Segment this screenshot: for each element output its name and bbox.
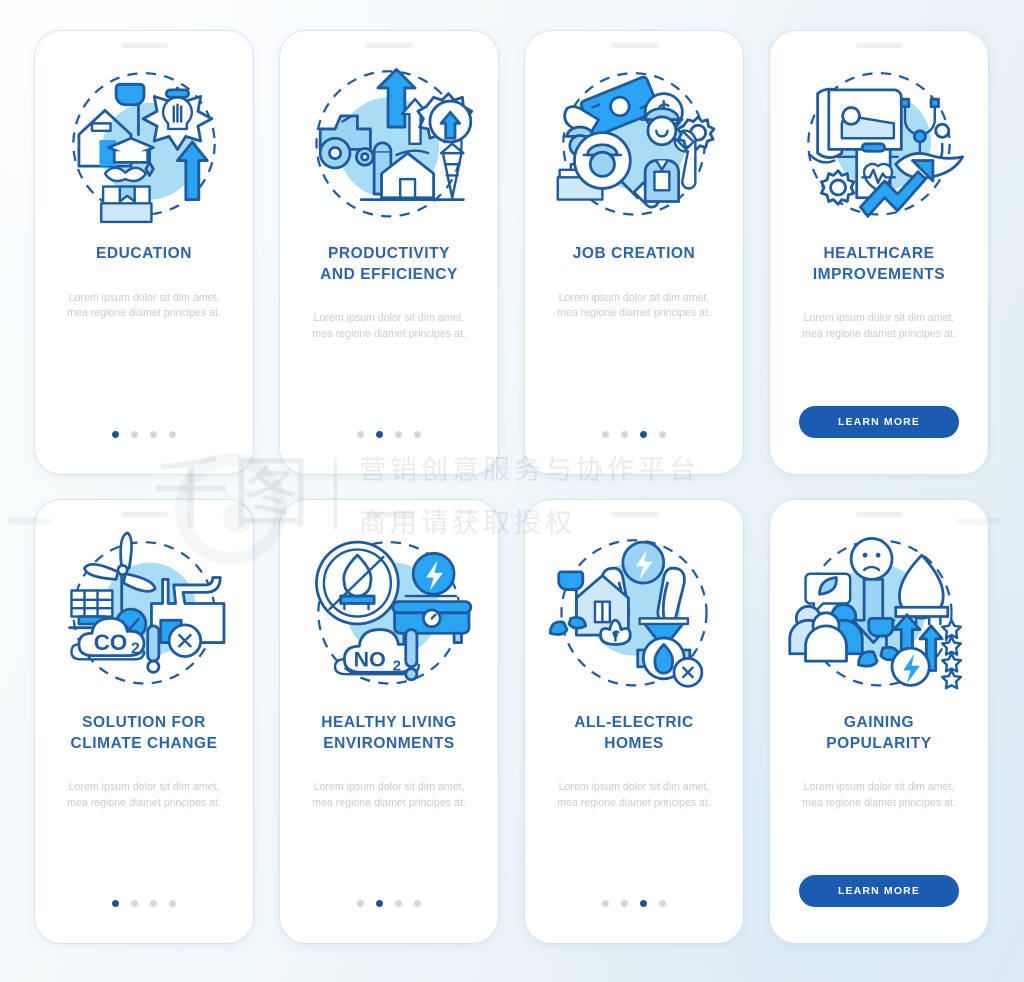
card-description: Lorem ipsum dolor sit dim amet, mea regi… — [312, 781, 466, 809]
pagination-dot-3[interactable] — [150, 431, 157, 438]
productivity-illustration — [296, 62, 482, 234]
pagination-dot-3[interactable] — [395, 900, 402, 907]
pagination-dot-4[interactable] — [659, 431, 666, 438]
card-description: Lorem ipsum dolor sit dim amet, mea regi… — [557, 291, 711, 320]
pagination-dots[interactable] — [357, 900, 421, 907]
svg-text:CO: CO — [94, 630, 127, 655]
pagination-dot-3[interactable] — [395, 431, 402, 438]
card-title: EDUCATION — [96, 245, 192, 262]
pagination-dots[interactable] — [357, 431, 421, 438]
pagination-dots[interactable] — [602, 431, 666, 438]
pagination-dot-1[interactable] — [602, 900, 609, 907]
pagination-dot-4[interactable] — [414, 900, 421, 907]
healthy-living-illustration: NO 2 — [296, 531, 482, 703]
card-description: Lorem ipsum dolor sit dim amet, mea regi… — [802, 312, 956, 340]
gaining-popularity-illustration — [786, 531, 972, 703]
pagination-dots[interactable] — [112, 431, 176, 438]
onboarding-screen-job-creation: JOB CREATION Lorem ipsum dolor sit dim am… — [525, 31, 743, 474]
pagination-dot-1[interactable] — [112, 900, 119, 907]
phone-speaker — [855, 43, 903, 48]
pagination-dot-4[interactable] — [169, 431, 176, 438]
phone-speaker — [365, 512, 413, 517]
pagination-dot-1[interactable] — [112, 431, 119, 438]
card-footer: LEARN MORE — [770, 875, 988, 907]
card-footer — [280, 900, 498, 907]
card-footer: LEARN MORE — [770, 406, 988, 438]
card-footer — [525, 431, 743, 438]
phone-speaker — [855, 512, 903, 517]
pagination-dot-4[interactable] — [169, 900, 176, 907]
pagination-dot-2[interactable] — [131, 431, 138, 438]
card-footer — [525, 900, 743, 907]
card-footer — [35, 431, 253, 438]
card-footer — [280, 431, 498, 438]
pagination-dots[interactable] — [602, 900, 666, 907]
phone-speaker — [610, 43, 658, 48]
onboarding-screens-grid: EDUCATION Lorem ipsum dolor sit dim amet,… — [0, 0, 1024, 943]
pagination-dot-3[interactable] — [150, 900, 157, 907]
card-description: Lorem ipsum dolor sit dim amet, mea regi… — [557, 781, 711, 809]
card-description: Lorem ipsum dolor sit dim amet, mea regi… — [312, 312, 466, 340]
pagination-dot-1[interactable] — [602, 431, 609, 438]
pagination-dot-4[interactable] — [414, 431, 421, 438]
onboarding-screen-healthcare-improvements: HEALTHCARE IMPROVEMENTS Lorem ipsum dolor… — [770, 31, 988, 474]
onboarding-screen-productivity-and-efficiency: PRODUCTIVITY AND EFFICIENCY Lorem ipsum d… — [280, 31, 498, 474]
card-description: Lorem ipsum dolor sit dim amet, mea regi… — [67, 291, 221, 320]
card-title: SOLUTION FOR CLIMATE CHANGE — [70, 714, 218, 752]
onboarding-screen-healthy-living-environments: NO 2 HEALTHY LIVING ENVIRONMENTS Lorem ip… — [280, 500, 498, 943]
phone-speaker — [610, 512, 658, 517]
education-illustration — [51, 62, 237, 234]
pagination-dot-2[interactable] — [621, 431, 628, 438]
pagination-dot-2[interactable] — [621, 900, 628, 907]
card-description: Lorem ipsum dolor sit dim amet, mea regi… — [802, 781, 956, 809]
card-title: HEALTHCARE IMPROVEMENTS — [812, 245, 946, 283]
pagination-dot-3[interactable] — [640, 431, 647, 438]
card-title: JOB CREATION — [572, 245, 696, 262]
svg-text:NO: NO — [354, 648, 386, 672]
learn-more-button[interactable]: LEARN MORE — [799, 875, 959, 907]
onboarding-screen-education: EDUCATION Lorem ipsum dolor sit dim amet,… — [35, 31, 253, 474]
card-description: Lorem ipsum dolor sit dim amet, mea regi… — [67, 781, 221, 809]
card-title: GAINING POPULARITY — [826, 714, 932, 752]
learn-more-button[interactable]: LEARN MORE — [799, 406, 959, 438]
onboarding-screen-all-electric-homes: ALL-ELECTRIC HOMES Lorem ipsum dolor sit … — [525, 500, 743, 943]
card-title: HEALTHY LIVING ENVIRONMENTS — [321, 714, 457, 752]
phone-speaker — [120, 512, 168, 517]
pagination-dot-2[interactable] — [131, 900, 138, 907]
pagination-dot-2[interactable] — [376, 431, 383, 438]
card-title: ALL-ELECTRIC HOMES — [574, 714, 694, 752]
pagination-dots[interactable] — [112, 900, 176, 907]
svg-text:2: 2 — [393, 658, 401, 674]
pagination-dot-1[interactable] — [357, 900, 364, 907]
pagination-dot-3[interactable] — [640, 900, 647, 907]
card-title: PRODUCTIVITY AND EFFICIENCY — [320, 245, 458, 283]
job-creation-illustration — [541, 62, 727, 234]
all-electric-homes-illustration — [541, 531, 727, 703]
healthcare-illustration — [786, 62, 972, 234]
onboarding-screen-gaining-popularity: GAINING POPULARITY Lorem ipsum dolor sit … — [770, 500, 988, 943]
pagination-dot-4[interactable] — [659, 900, 666, 907]
pagination-dot-1[interactable] — [357, 431, 364, 438]
climate-illustration: CO 2 — [51, 531, 237, 703]
svg-text:2: 2 — [131, 641, 140, 658]
phone-speaker — [365, 43, 413, 48]
pagination-dot-2[interactable] — [376, 900, 383, 907]
phone-speaker — [120, 43, 168, 48]
card-footer — [35, 900, 253, 907]
onboarding-screen-solution-for-climate-change: CO 2 SOLUTION FOR CLIMATE CHANGE Lorem ip… — [35, 500, 253, 943]
